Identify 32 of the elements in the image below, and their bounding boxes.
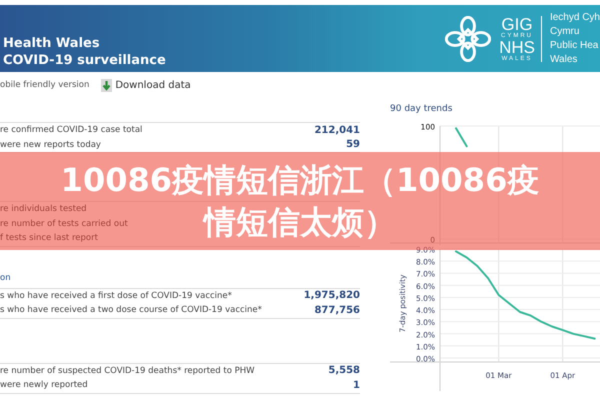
trends-title: 90 day trends: [390, 104, 454, 114]
stat-label: s who have received a first dose of COVID-19 vaccine*: [0, 290, 232, 301]
download-icon: [101, 78, 112, 92]
stat-label: re confirmed COVID-19 case total: [0, 125, 142, 136]
stat-value: 212,041: [314, 124, 360, 136]
stat-label: f tests since last report: [0, 233, 98, 244]
stat-label: were new reports today: [0, 140, 101, 150]
logo-text: GIG: [501, 16, 533, 32]
banner-title: 情短信太烦）: [204, 202, 396, 243]
logo-text: NHS: [499, 38, 535, 56]
organisation-name: Iechyd Cyh: [550, 10, 600, 24]
stat-label: re individuals tested: [0, 204, 87, 214]
stat-value: 5,558: [328, 365, 360, 376]
banner-title: 10086疫情短信浙江（10086疫: [60, 160, 540, 201]
stat-value: 1,975,820: [304, 290, 360, 302]
stat-value: 1: [353, 380, 360, 391]
stat-label: s who have received a two dose course of COVID-19 vaccine*: [0, 305, 262, 316]
organisation-name: Cymru: [550, 24, 580, 38]
site-subtitle: COVID-19 surveillance: [3, 52, 166, 68]
trend-line: [455, 127, 468, 148]
section-heading: on: [0, 272, 12, 282]
organisation-name: Wales: [550, 52, 578, 66]
organisation-name: Public Hea: [550, 38, 600, 52]
download-data-link[interactable]: Download data: [101, 78, 191, 92]
knot-icon: [445, 16, 492, 62]
stat-label: re number of tests carried out: [0, 218, 128, 229]
site-title: Health Wales: [3, 34, 101, 52]
mobile-version-link[interactable]: obile friendly version: [0, 80, 90, 90]
stat-label: were newly reported: [0, 380, 88, 390]
stat-value: 59: [346, 139, 360, 150]
stat-label: re number of suspected COVID-19 deaths* reported to PHW: [0, 366, 255, 376]
stat-value: 877,756: [314, 304, 360, 316]
